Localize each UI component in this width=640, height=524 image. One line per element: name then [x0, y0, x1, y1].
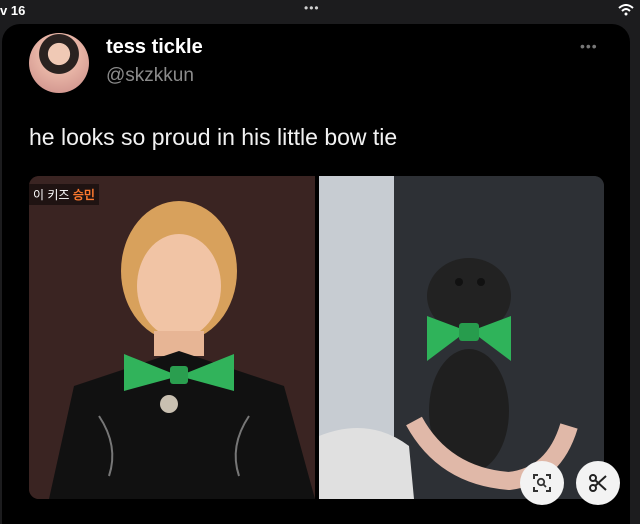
visual-search-button[interactable]	[520, 461, 564, 505]
status-bar: v 16 •••	[0, 0, 640, 22]
username[interactable]: @skzkkun	[106, 65, 194, 87]
tweet-media[interactable]: 이 키즈 승민	[29, 176, 604, 499]
scissors-icon	[589, 474, 607, 492]
multitask-dots-icon[interactable]: •••	[304, 1, 320, 15]
puppy-photo[interactable]	[319, 176, 604, 499]
tweet-text: he looks so proud in his little bow tie	[29, 124, 398, 150]
more-icon[interactable]: •••	[580, 38, 598, 54]
show-caption: 이 키즈 승민	[29, 184, 99, 205]
display-name[interactable]: tess tickle	[106, 36, 203, 59]
wifi-icon	[618, 4, 634, 16]
tweet-card[interactable]: tess tickle @skzkkun ••• he looks so pro…	[2, 24, 630, 524]
avatar[interactable]	[29, 33, 89, 93]
scissors-button[interactable]	[576, 461, 620, 505]
idol-photo[interactable]: 이 키즈 승민	[29, 176, 315, 499]
status-time: v 16	[0, 3, 26, 18]
puppy-illustration	[319, 176, 604, 499]
idol-illustration	[29, 176, 315, 499]
visual-search-icon	[533, 474, 551, 492]
